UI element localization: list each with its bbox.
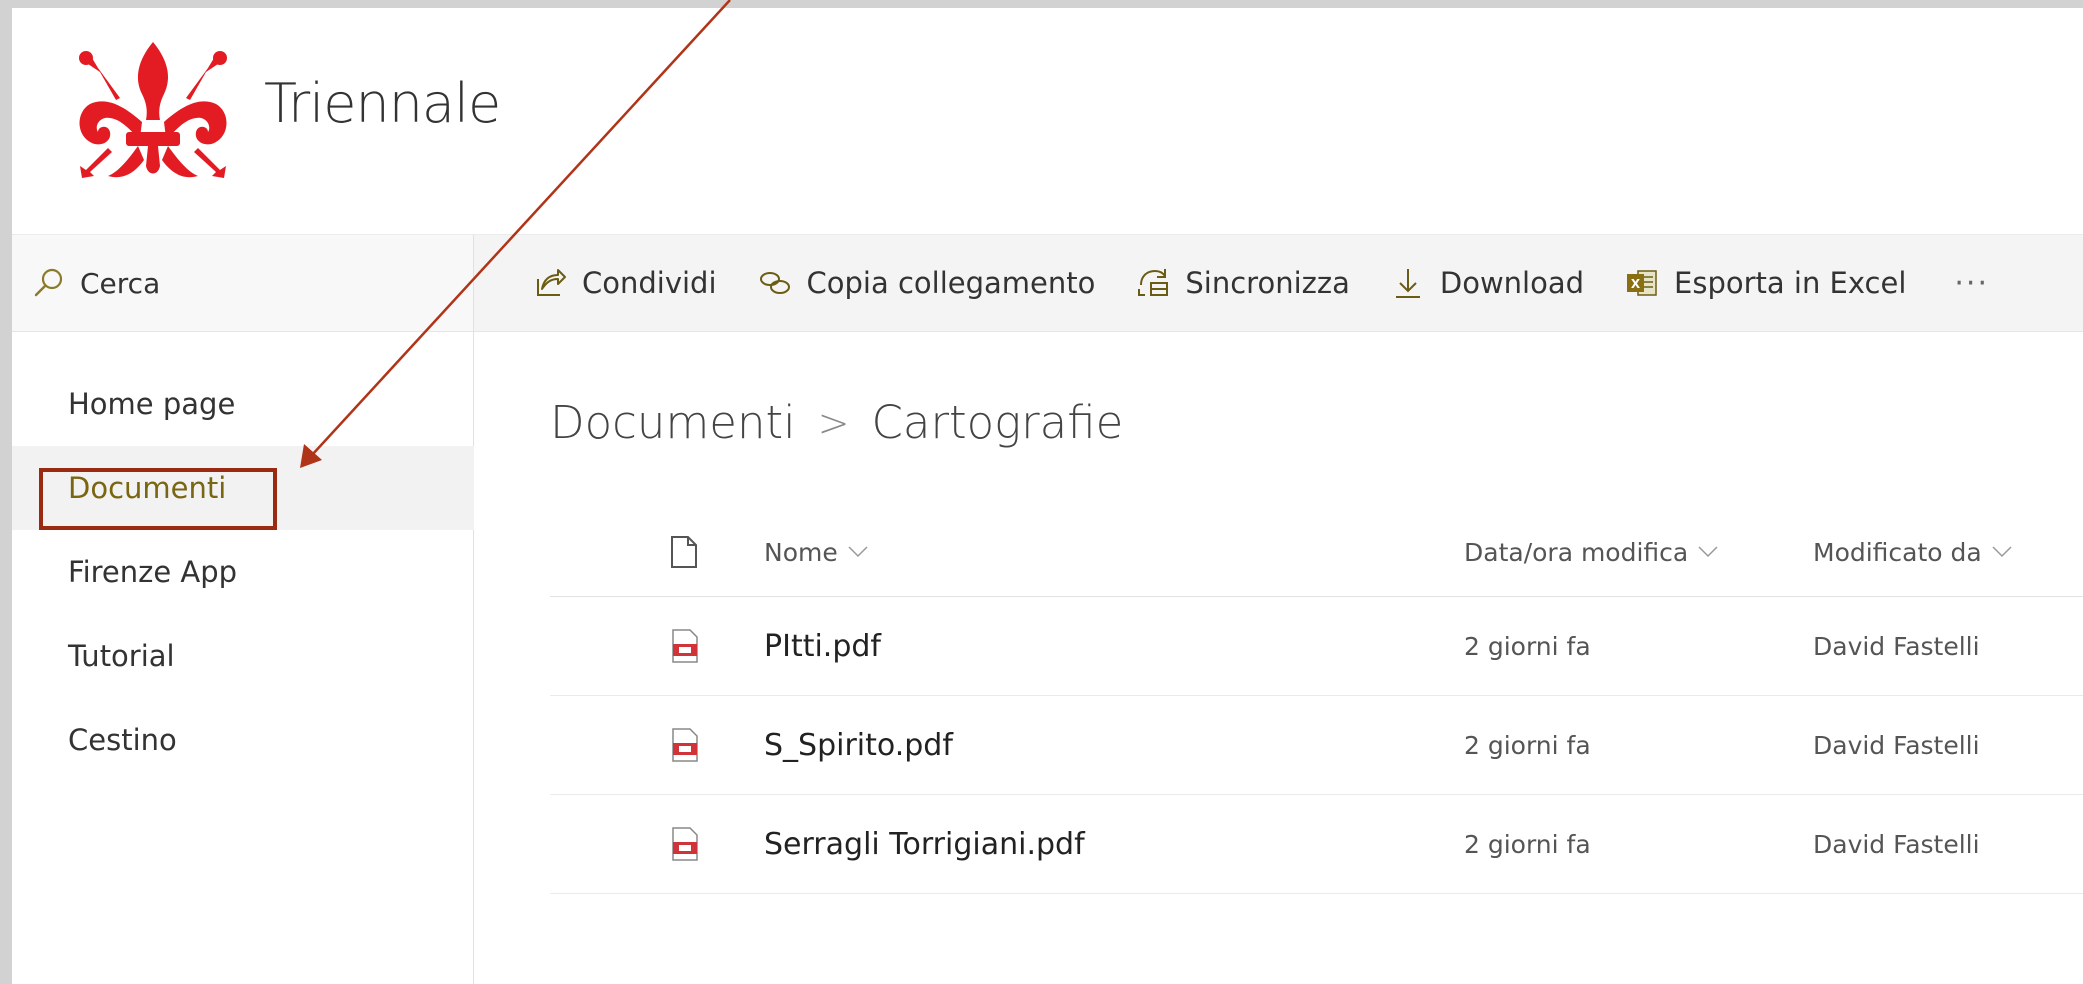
share-icon (537, 269, 566, 296)
chevron-down-icon (848, 546, 868, 558)
copy-link-label: Copia collegamento (806, 266, 1096, 300)
table-row[interactable]: Serragli Torrigiani.pdf 2 giorni fa Davi… (550, 795, 2083, 894)
sync-icon (1138, 269, 1169, 296)
name-column-header[interactable]: Nome (764, 508, 868, 596)
sync-button[interactable]: Sincronizza (1135, 265, 1350, 301)
modified-column-header[interactable]: Data/ora modifica (1464, 508, 1718, 596)
file-modified-by: David Fastelli (1813, 829, 1980, 859)
breadcrumb: Documenti > Cartografie (550, 396, 1123, 449)
pdf-file-icon (670, 597, 700, 695)
export-excel-button[interactable]: X Esporta in Excel (1624, 265, 1906, 301)
modified-by-column-header[interactable]: Modificato da (1813, 508, 2012, 596)
sharepoint-page: Triennale Cerca Condividi Copia collegam… (12, 8, 2083, 984)
left-navigation: Home page Documenti Firenze App Tutorial… (12, 330, 474, 984)
file-type-column-header[interactable] (670, 508, 698, 596)
file-name[interactable]: S_Spirito.pdf (764, 696, 953, 794)
file-modified-by: David Fastelli (1813, 730, 1980, 760)
share-button[interactable]: Condividi (532, 265, 717, 301)
breadcrumb-separator: > (817, 400, 850, 445)
pdf-file-icon (672, 629, 698, 663)
command-items: Condividi Copia collegamento Sincronizza (532, 235, 1989, 331)
file-name[interactable]: Serragli Torrigiani.pdf (764, 795, 1085, 893)
search-label: Cerca (80, 266, 161, 300)
file-list: Nome Data/ora modifica Modificato da PIt (550, 508, 2083, 894)
name-column-label: Nome (764, 537, 838, 567)
share-label: Condividi (582, 266, 717, 300)
download-icon (1395, 269, 1420, 298)
table-row[interactable]: S_Spirito.pdf 2 giorni fa David Fastelli (550, 696, 2083, 795)
site-header: Triennale (12, 8, 2083, 232)
file-list-header: Nome Data/ora modifica Modificato da (550, 508, 2083, 597)
link-icon (759, 272, 790, 294)
excel-icon: X (1627, 270, 1657, 296)
download-button[interactable]: Download (1390, 265, 1584, 301)
pdf-file-icon (672, 827, 698, 861)
file-name[interactable]: PItti.pdf (764, 597, 881, 695)
sync-label: Sincronizza (1185, 266, 1350, 300)
pdf-file-icon (670, 696, 700, 794)
file-type-icon (671, 536, 697, 568)
export-excel-label: Esporta in Excel (1674, 266, 1907, 300)
file-modified-by: David Fastelli (1813, 631, 1980, 661)
search-box[interactable]: Cerca (12, 235, 474, 331)
file-modified: 2 giorni fa (1464, 730, 1591, 760)
nav-item-cestino[interactable]: Cestino (12, 698, 474, 782)
nav-item-firenze-app[interactable]: Firenze App (12, 530, 474, 614)
nav-item-documenti[interactable]: Documenti (12, 446, 474, 530)
florence-lily-logo[interactable] (68, 38, 238, 194)
nav-item-tutorial[interactable]: Tutorial (12, 614, 474, 698)
more-options-button[interactable]: ··· (1954, 266, 1989, 301)
search-icon (34, 268, 63, 297)
breadcrumb-current: Cartografie (871, 396, 1124, 449)
nav-item-home-page[interactable]: Home page (12, 362, 474, 446)
copy-link-button[interactable]: Copia collegamento (757, 265, 1096, 301)
site-title[interactable]: Triennale (264, 72, 501, 135)
file-modified: 2 giorni fa (1464, 829, 1591, 859)
table-row[interactable]: PItti.pdf 2 giorni fa David Fastelli (550, 597, 2083, 696)
breadcrumb-parent-link[interactable]: Documenti (550, 396, 796, 449)
modified-column-label: Data/ora modifica (1464, 537, 1689, 567)
chevron-down-icon (1992, 546, 2012, 558)
svg-text:X: X (1631, 277, 1641, 291)
pdf-file-icon (670, 795, 700, 893)
chevron-down-icon (1698, 546, 1718, 558)
file-modified: 2 giorni fa (1464, 631, 1591, 661)
command-bar: Cerca Condividi Copia collegamento Sincr… (12, 234, 2083, 332)
download-label: Download (1439, 266, 1585, 300)
pdf-file-icon (672, 728, 698, 762)
modified-by-column-label: Modificato da (1813, 537, 1982, 567)
